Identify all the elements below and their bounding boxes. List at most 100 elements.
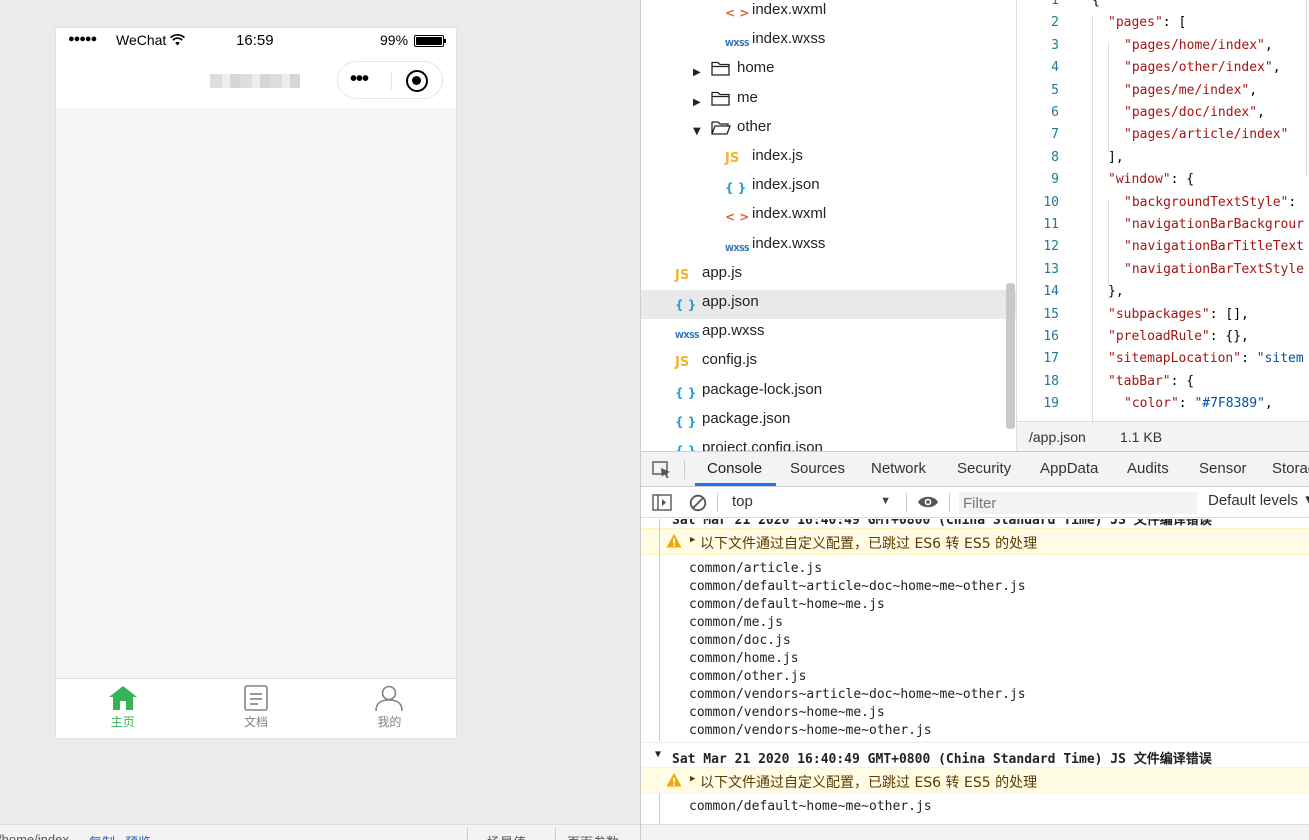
- more-icon[interactable]: •••: [350, 68, 369, 91]
- line-number: 2: [1051, 15, 1059, 31]
- tree-item-project-config-json[interactable]: { } project.config.json: [641, 436, 1017, 451]
- tree-item-label: me: [737, 88, 758, 106]
- tab-appdata[interactable]: AppData: [1040, 460, 1098, 477]
- line-number: 5: [1051, 82, 1059, 98]
- tree-scrollbar[interactable]: [1006, 283, 1015, 429]
- clock-time: 16:59: [236, 32, 274, 49]
- line-source: "sitemapLocation": "sitem: [1108, 351, 1304, 366]
- line-number: 6: [1051, 105, 1059, 120]
- tab-home[interactable]: 主页: [56, 679, 189, 738]
- console-group-header[interactable]: ▼ Sat Mar 21 2020 16:40:49 GMT+0800 (Chin…: [641, 748, 1309, 767]
- tab-me[interactable]: 我的: [323, 679, 456, 738]
- folder-open-icon: [711, 119, 731, 143]
- code-token: "color": [1124, 396, 1179, 412]
- code-line: 19 "color": "#7F8389",: [1017, 396, 1309, 418]
- line-source: "navigationBarTextStyle: [1124, 262, 1304, 277]
- clear-console-icon[interactable]: [689, 494, 707, 516]
- active-tab-indicator: [695, 483, 776, 486]
- tree-item-app-wxss[interactable]: WXSS app.wxss: [641, 319, 1017, 348]
- tree-item-label: home: [737, 59, 775, 77]
- tab-divider: [684, 460, 685, 479]
- console-log-line: common/vendors~home~me.js: [689, 705, 885, 720]
- status-bar: ●●●●● WeChat 16:59 99%: [56, 28, 456, 52]
- console-toolbar: top ▼ Default levels ▼: [641, 487, 1309, 518]
- tree-item-app-js[interactable]: JS app.js: [641, 261, 1017, 290]
- tab-doc[interactable]: 文档: [189, 679, 322, 738]
- warning-icon: [666, 772, 682, 788]
- tree-item-index-wxml[interactable]: < > index.wxml: [641, 0, 1017, 27]
- footer-divider: [555, 827, 556, 840]
- current-page-path: /home/index: [0, 832, 69, 840]
- copy-path-link[interactable]: 复制: [89, 832, 115, 840]
- sidebar-toggle-icon[interactable]: [652, 494, 672, 515]
- page-title-blurred: [210, 74, 300, 88]
- code-line: 10 "backgroundTextStyle":: [1017, 195, 1309, 217]
- log-levels-dropdown[interactable]: Default levels ▼: [1208, 492, 1309, 509]
- tree-item-index-json[interactable]: { } index.json: [641, 173, 1017, 202]
- menu-capsule: •••: [337, 61, 443, 99]
- tree-item-config-js[interactable]: JS config.js: [641, 348, 1017, 377]
- code-line: 16 "preloadRule": {},: [1017, 329, 1309, 351]
- code-editor[interactable]: 19 "color": "#7F8389", 18 "tabBar": {17 "sit…: [1016, 0, 1309, 451]
- line-source: "tabBar": {: [1108, 374, 1194, 389]
- console-log-line: common/home.js: [689, 651, 799, 666]
- console-filter-input[interactable]: [959, 492, 1197, 514]
- console-group-header[interactable]: ▼Sat Mar 21 2020 16:40:49 GMT+0800 (Chin…: [641, 519, 1309, 528]
- collapsed-arrow-icon[interactable]: ▶: [693, 91, 701, 115]
- tab-sensor[interactable]: Sensor: [1199, 460, 1247, 477]
- tree-item-app-json[interactable]: { } app.json: [641, 290, 1017, 319]
- live-expression-eye-icon[interactable]: [917, 495, 939, 513]
- code-token: "backgroundTextStyle": [1124, 194, 1289, 210]
- tree-item-package-lock-json[interactable]: { } package-lock.json: [641, 378, 1017, 407]
- line-source: {: [1092, 0, 1100, 8]
- console-input-bar[interactable]: [641, 824, 1309, 840]
- code-line: 11 "navigationBarBackgrour: [1017, 217, 1309, 239]
- tree-item-label: app.js: [702, 263, 743, 281]
- tree-item-index-js[interactable]: JS index.js: [641, 144, 1017, 173]
- close-miniprogram-icon[interactable]: [406, 70, 428, 92]
- devtools-tab-bar: Console Sources Network Security AppData Audi…: [641, 452, 1309, 487]
- tree-item-package-json[interactable]: { } package.json: [641, 407, 1017, 436]
- preview-link[interactable]: 预览: [125, 832, 151, 840]
- line-source: "color": "#7F8389",: [1124, 396, 1273, 411]
- tab-security[interactable]: Security: [957, 460, 1011, 477]
- console-group-title: Sat Mar 21 2020 16:40:49 GMT+0800 (China…: [672, 752, 1212, 767]
- tab-console[interactable]: Console: [707, 460, 762, 477]
- page-params-button[interactable]: 页面参数: [567, 832, 619, 840]
- expanded-arrow-icon[interactable]: ▼: [655, 749, 661, 760]
- code-line: 4 "pages/other/index",: [1017, 60, 1309, 82]
- code-line: 8],: [1017, 150, 1309, 172]
- js-file-icon: JS: [675, 267, 690, 283]
- tab-storag[interactable]: Storag: [1272, 460, 1309, 477]
- json-file-icon: { }: [675, 385, 697, 400]
- line-source: "pages/home/index",: [1124, 38, 1273, 53]
- code-token: "window": [1108, 172, 1171, 188]
- js-file-icon: JS: [675, 355, 690, 371]
- context-selector[interactable]: top ▼: [727, 493, 897, 513]
- code-token: ,: [1264, 37, 1273, 53]
- tree-item-home[interactable]: ▶ home: [641, 56, 1017, 85]
- line-number: 4: [1051, 60, 1059, 76]
- home-icon: [108, 686, 137, 710]
- code-token: "pages/me/index": [1124, 82, 1250, 98]
- tree-item-index-wxml[interactable]: < > index.wxml: [641, 202, 1017, 231]
- tree-item-index-wxss[interactable]: WXSS index.wxss: [641, 27, 1017, 56]
- footer-divider: [467, 827, 468, 840]
- inspect-element-icon[interactable]: [652, 461, 672, 483]
- scene-value-button[interactable]: 场景值: [487, 832, 526, 840]
- tab-network[interactable]: Network: [871, 460, 926, 477]
- tree-item-other[interactable]: ▼ other: [641, 115, 1017, 144]
- expand-arrow-icon[interactable]: ▶: [690, 774, 695, 784]
- line-source: },: [1108, 284, 1124, 299]
- expanded-arrow-icon[interactable]: ▼: [693, 120, 701, 144]
- expand-arrow-icon[interactable]: ▶: [690, 535, 695, 545]
- tab-sources[interactable]: Sources: [790, 460, 845, 477]
- collapsed-arrow-icon[interactable]: ▶: [693, 61, 701, 85]
- line-number: 11: [1043, 217, 1059, 232]
- code-line: 12 "navigationBarTitleText: [1017, 239, 1309, 261]
- tab-audits[interactable]: Audits: [1127, 460, 1169, 477]
- tree-item-me[interactable]: ▶ me: [641, 86, 1017, 115]
- tree-item-index-wxss[interactable]: WXSS index.wxss: [641, 232, 1017, 261]
- code-token: },: [1108, 284, 1124, 300]
- code-token: "navigationBarTitleText: [1124, 239, 1305, 255]
